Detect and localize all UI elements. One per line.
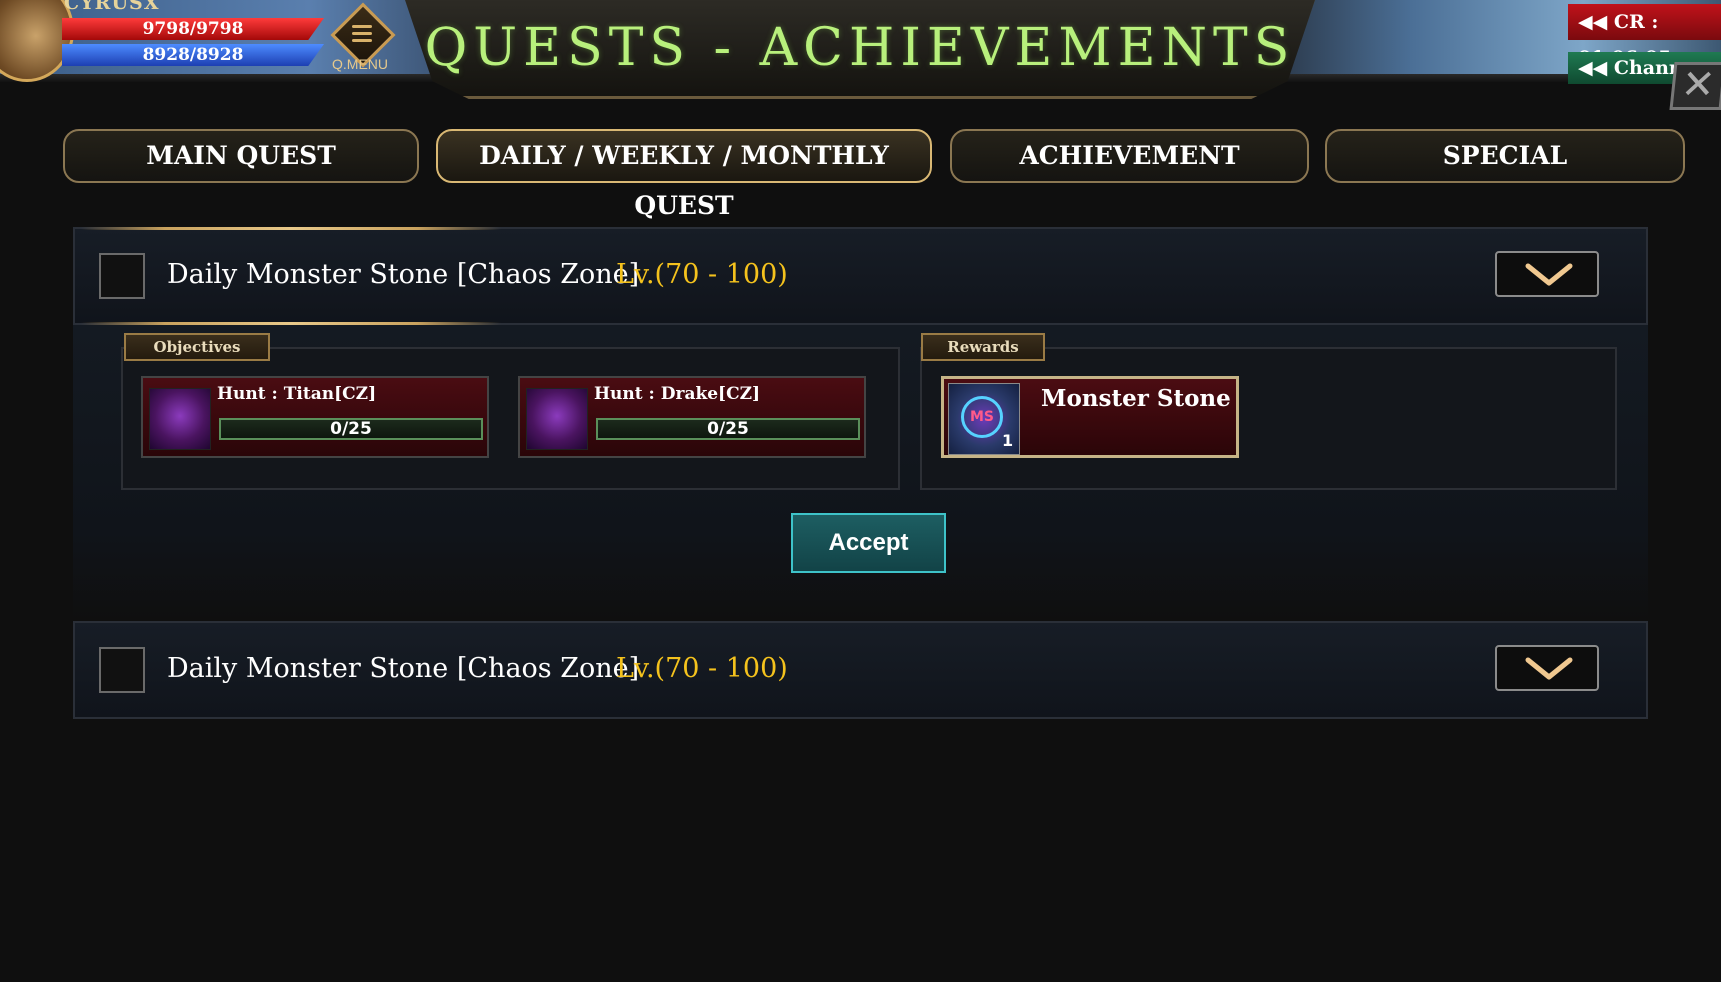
quest-level: Lv.(70 - 100) bbox=[616, 259, 788, 290]
mp-bar: 8928/8928 bbox=[62, 44, 324, 66]
cr-timer-button[interactable]: ◀◀ CR : 01:06:05 bbox=[1568, 4, 1721, 69]
rewards-tag: Rewards bbox=[921, 333, 1045, 361]
drake-monster-icon bbox=[526, 388, 588, 450]
quest-checkbox[interactable] bbox=[99, 647, 145, 693]
player-name: CYRUSX bbox=[64, 0, 160, 14]
window-title: QUESTS - ACHIEVEMENTS bbox=[424, 18, 1296, 78]
objective-name: Hunt : Drake[CZ] bbox=[594, 384, 761, 404]
rewind-icon: ◀◀ bbox=[1578, 11, 1608, 33]
reward-count: 1 bbox=[1002, 431, 1014, 450]
ornament-divider bbox=[81, 227, 501, 230]
tab-main-quest[interactable]: MAIN QUEST bbox=[63, 129, 419, 183]
tab-label: MAIN QUEST bbox=[146, 141, 336, 170]
expand-button[interactable] bbox=[1495, 251, 1599, 297]
monster-stone-emblem: MS bbox=[961, 396, 1003, 438]
hamburger-icon bbox=[352, 25, 372, 46]
tab-label: SPECIAL bbox=[1442, 141, 1568, 170]
quest-checkbox[interactable] bbox=[99, 253, 145, 299]
objective-card: Hunt : Titan[CZ] 0/25 bbox=[141, 376, 489, 458]
objective-card: Hunt : Drake[CZ] 0/25 bbox=[518, 376, 866, 458]
quest-row[interactable]: Daily Monster Stone [Chaos Zone] Lv.(70 … bbox=[73, 621, 1648, 719]
tab-special[interactable]: SPECIAL bbox=[1325, 129, 1685, 183]
objectives-tag: Objectives bbox=[124, 333, 270, 361]
close-icon[interactable]: ✕ bbox=[1669, 62, 1721, 110]
objective-progress: 0/25 bbox=[219, 418, 483, 440]
chevron-down-icon bbox=[1525, 657, 1573, 680]
quest-row[interactable]: Daily Monster Stone [Chaos Zone] Lv.(70 … bbox=[73, 227, 1648, 325]
quest-title: Daily Monster Stone [Chaos Zone] bbox=[167, 259, 640, 290]
expand-button[interactable] bbox=[1495, 645, 1599, 691]
objective-name: Hunt : Titan[CZ] bbox=[217, 384, 377, 404]
tab-daily-weekly-monthly-quest[interactable]: DAILY / WEEKLY / MONTHLY QUEST bbox=[436, 129, 932, 220]
chevron-down-icon bbox=[1525, 263, 1573, 286]
objective-progress: 0/25 bbox=[596, 418, 860, 440]
quest-level: Lv.(70 - 100) bbox=[616, 653, 788, 684]
titan-monster-icon bbox=[149, 388, 211, 450]
tab-label: DAILY / WEEKLY / MONTHLY QUEST bbox=[479, 141, 889, 220]
qmenu-label: Q.MENU bbox=[332, 56, 388, 72]
tab-label: ACHIEVEMENT bbox=[1019, 141, 1240, 170]
rewind-icon: ◀◀ bbox=[1578, 57, 1608, 79]
accept-button[interactable]: Accept bbox=[791, 513, 946, 573]
tab-achievement[interactable]: ACHIEVEMENT bbox=[950, 129, 1309, 183]
reward-item[interactable]: MS 1 Monster Stone bbox=[941, 376, 1239, 458]
reward-name: Monster Stone bbox=[1041, 385, 1231, 412]
quick-menu-button[interactable]: Q.MENU bbox=[330, 2, 396, 72]
hp-bar: 9798/9798 bbox=[62, 18, 324, 40]
quest-title: Daily Monster Stone [Chaos Zone] bbox=[167, 653, 640, 684]
